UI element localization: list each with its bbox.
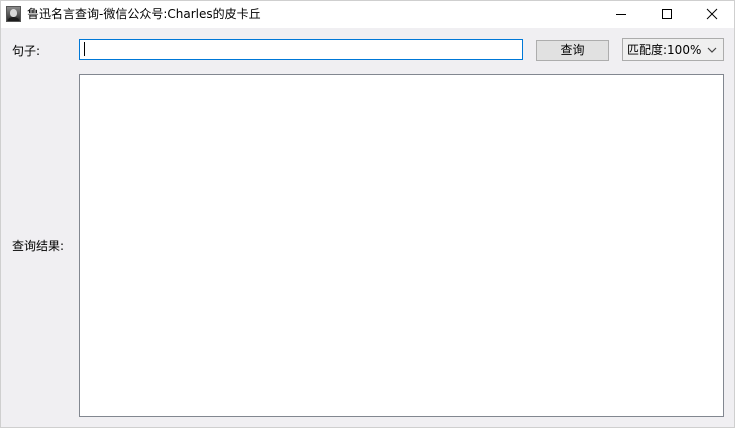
title-bar[interactable]: 鲁迅名言查询-微信公众号:Charles的皮卡丘 xyxy=(1,1,734,28)
close-button[interactable] xyxy=(690,1,735,28)
result-label: 查询结果: xyxy=(12,239,65,253)
portrait-icon xyxy=(6,6,21,22)
result-textarea[interactable] xyxy=(79,74,724,417)
window-title: 鲁迅名言查询-微信公众号:Charles的皮卡丘 xyxy=(27,7,261,21)
app-window: 鲁迅名言查询-微信公众号:Charles的皮卡丘 句子: 查询 匹配度:100%… xyxy=(0,0,735,428)
match-degree-value: 100% xyxy=(667,43,702,57)
match-degree-select[interactable]: 匹配度:100% xyxy=(622,38,724,61)
match-degree-label: 匹配度: xyxy=(627,43,668,57)
minimize-button[interactable] xyxy=(598,1,644,28)
sentence-input[interactable] xyxy=(79,39,523,60)
text-caret xyxy=(84,42,85,56)
close-icon xyxy=(706,8,718,20)
minimize-icon xyxy=(616,14,626,15)
match-degree-text: 匹配度:100% xyxy=(627,42,701,58)
maximize-button[interactable] xyxy=(644,1,690,28)
sentence-label: 句子: xyxy=(12,44,41,58)
query-button[interactable]: 查询 xyxy=(536,40,609,61)
maximize-icon xyxy=(662,9,672,19)
chevron-down-icon xyxy=(707,47,717,53)
